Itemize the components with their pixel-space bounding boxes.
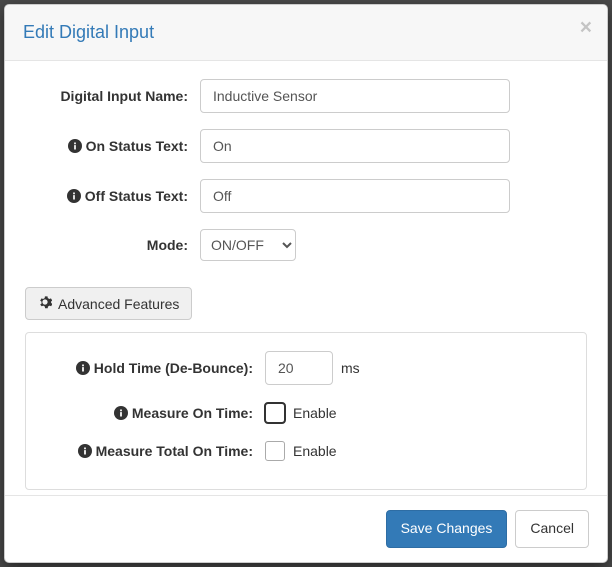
label-measure-on-time: Measure On Time:: [40, 405, 265, 421]
advanced-panel: Hold Time (De-Bounce): ms Measure On Tim…: [25, 332, 587, 490]
label-off-status-text: Off Status Text:: [25, 188, 200, 204]
row-mode: Mode: ON/OFF: [25, 229, 587, 261]
label-on-status-text: On Status Text:: [25, 138, 200, 154]
modal-header: Edit Digital Input ×: [5, 5, 607, 61]
checkbox-measure-on-time[interactable]: [265, 403, 285, 423]
save-button[interactable]: Save Changes: [386, 510, 508, 548]
input-on-status-text[interactable]: [200, 129, 510, 163]
gear-icon: [38, 295, 52, 312]
checkbox-label-measure-on-time: Enable: [293, 405, 337, 421]
label-hold-time: Hold Time (De-Bounce):: [40, 360, 265, 376]
checkbox-label-measure-total-on-time: Enable: [293, 443, 337, 459]
select-mode[interactable]: ON/OFF: [200, 229, 296, 261]
advanced-features-button[interactable]: Advanced Features: [25, 287, 192, 320]
cancel-button[interactable]: Cancel: [515, 510, 589, 548]
modal-title: Edit Digital Input: [23, 20, 589, 45]
row-measure-total-on-time: Measure Total On Time: Enable: [40, 441, 572, 461]
row-off-status-text: Off Status Text:: [25, 179, 587, 213]
row-measure-on-time: Measure On Time: Enable: [40, 403, 572, 423]
unit-ms: ms: [341, 360, 360, 376]
modal-body: Digital Input Name: On Status Text: Off …: [5, 61, 607, 495]
input-digital-input-name[interactable]: [200, 79, 510, 113]
label-digital-input-name: Digital Input Name:: [25, 88, 200, 104]
input-off-status-text[interactable]: [200, 179, 510, 213]
row-on-status-text: On Status Text:: [25, 129, 587, 163]
edit-digital-input-modal: Edit Digital Input × Digital Input Name:…: [4, 4, 608, 563]
row-digital-input-name: Digital Input Name:: [25, 79, 587, 113]
info-icon: [67, 189, 81, 203]
info-icon: [114, 406, 128, 420]
row-hold-time: Hold Time (De-Bounce): ms: [40, 351, 572, 385]
info-icon: [78, 444, 92, 458]
info-icon: [76, 361, 90, 375]
label-measure-total-on-time: Measure Total On Time:: [40, 443, 265, 459]
info-icon: [68, 139, 82, 153]
modal-footer: Save Changes Cancel: [5, 495, 607, 562]
checkbox-measure-total-on-time[interactable]: [265, 441, 285, 461]
label-mode: Mode:: [25, 237, 200, 253]
close-icon[interactable]: ×: [580, 17, 592, 38]
input-hold-time[interactable]: [265, 351, 333, 385]
